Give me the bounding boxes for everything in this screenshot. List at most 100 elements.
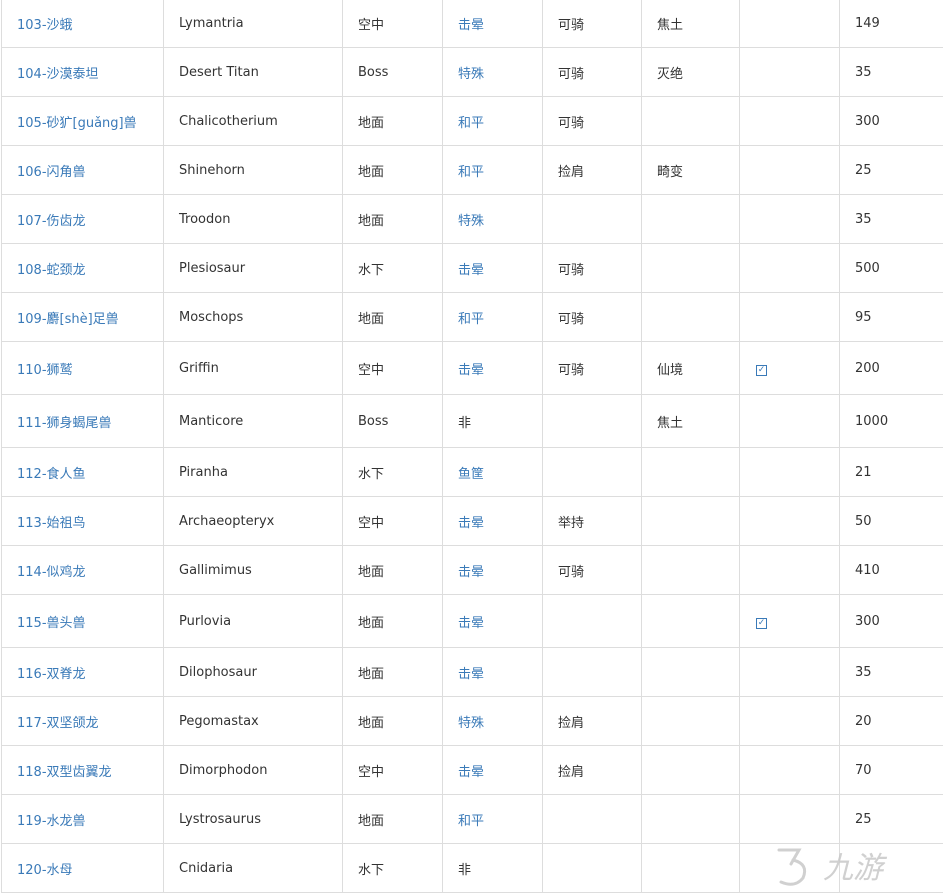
creature-name-link[interactable]: 106-闪角兽 xyxy=(17,165,86,180)
map-zone-cell: 畸变 xyxy=(641,145,740,195)
value-cell: 95 xyxy=(839,292,943,342)
tame-method-cell: 和平 xyxy=(442,292,543,342)
creature-name-link-cell: 109-麝[shè]足兽 xyxy=(1,292,164,342)
habitat-cell: 空中 xyxy=(342,341,443,395)
creature-name-link-cell: 108-蛇颈龙 xyxy=(1,243,164,293)
tame-method[interactable]: 击晕 xyxy=(458,565,484,580)
english-name: Dimorphodon xyxy=(179,762,268,778)
tame-method[interactable]: 击晕 xyxy=(458,667,484,682)
creature-name-link[interactable]: 115-兽头兽 xyxy=(17,616,86,631)
tame-method[interactable]: 击晕 xyxy=(458,516,484,531)
usage-cell: 捡肩 xyxy=(542,696,642,746)
usage: 可骑 xyxy=(558,262,585,278)
creature-name-link[interactable]: 103-沙蛾 xyxy=(17,18,73,33)
table-row: 110-狮鹫 Griffin 空中 击晕 可骑 仙境 ✓ 200 xyxy=(1,341,943,395)
creature-name-link[interactable]: 116-双脊龙 xyxy=(17,667,86,682)
tame-method[interactable]: 特殊 xyxy=(458,214,484,229)
english-name-cell: Pegomastax xyxy=(163,696,343,746)
tame-method[interactable]: 特殊 xyxy=(458,716,484,731)
value-cell: 25 xyxy=(839,145,943,195)
habitat: 地面 xyxy=(358,213,385,229)
tame-method[interactable]: 鱼筐 xyxy=(458,467,484,482)
habitat: Boss xyxy=(358,64,389,80)
tame-method[interactable]: 和平 xyxy=(458,814,484,829)
creature-name-link[interactable]: 107-伤齿龙 xyxy=(17,214,86,229)
tame-method[interactable]: 和平 xyxy=(458,165,484,180)
creature-name-link[interactable]: 110-狮鹫 xyxy=(17,363,73,378)
check-cell-cell xyxy=(739,447,840,497)
value: 25 xyxy=(855,811,872,827)
tame-method[interactable]: 击晕 xyxy=(458,616,484,631)
map-zone-cell xyxy=(641,696,740,746)
creature-name-link[interactable]: 117-双坚颌龙 xyxy=(17,716,99,731)
map-zone-cell xyxy=(641,194,740,244)
usage-cell xyxy=(542,447,642,497)
english-name-cell: Chalicotherium xyxy=(163,96,343,146)
map-zone-cell: 灭绝 xyxy=(641,47,740,97)
usage: 可骑 xyxy=(558,362,585,378)
creature-name-link[interactable]: 114-似鸡龙 xyxy=(17,565,86,580)
check-cell-cell xyxy=(739,243,840,293)
checkbox-icon: ✓ xyxy=(756,617,767,629)
habitat-cell: 空中 xyxy=(342,745,443,795)
tame-method-cell: 击晕 xyxy=(442,496,543,546)
creature-name-link-cell: 119-水龙兽 xyxy=(1,794,164,844)
tame-method-cell: 非 xyxy=(442,394,543,448)
usage-cell: 可骑 xyxy=(542,292,642,342)
habitat-cell: 水下 xyxy=(342,243,443,293)
usage: 捡肩 xyxy=(558,164,585,180)
habitat: 水下 xyxy=(358,862,385,878)
value-cell: 1000 xyxy=(839,394,943,448)
value-cell: 35 xyxy=(839,47,943,97)
habitat: 空中 xyxy=(358,17,385,33)
check-cell-cell xyxy=(739,145,840,195)
english-name-cell: Lymantria xyxy=(163,0,343,48)
english-name-cell: Gallimimus xyxy=(163,545,343,595)
value-cell: 21 xyxy=(839,447,943,497)
creature-name-link[interactable]: 112-食人鱼 xyxy=(17,467,86,482)
habitat: 水下 xyxy=(358,262,385,278)
tame-method[interactable]: 和平 xyxy=(458,116,484,131)
creature-name-link[interactable]: 108-蛇颈龙 xyxy=(17,263,86,278)
usage-cell xyxy=(542,794,642,844)
usage-cell xyxy=(542,843,642,893)
tame-method[interactable]: 击晕 xyxy=(458,18,484,33)
habitat-cell: 地面 xyxy=(342,594,443,648)
english-name-cell: Dimorphodon xyxy=(163,745,343,795)
tame-method[interactable]: 击晕 xyxy=(458,363,484,378)
creature-name-link[interactable]: 119-水龙兽 xyxy=(17,814,86,829)
creature-name-link-cell: 113-始祖鸟 xyxy=(1,496,164,546)
value-cell: 25 xyxy=(839,794,943,844)
check-cell-cell: ✓ xyxy=(739,341,840,395)
creature-name-link[interactable]: 111-狮身蝎尾兽 xyxy=(17,416,112,431)
tame-method-cell: 非 xyxy=(442,843,543,893)
english-name-cell: Lystrosaurus xyxy=(163,794,343,844)
tame-method[interactable]: 特殊 xyxy=(458,67,484,82)
check-cell-cell: ✓ xyxy=(739,594,840,648)
map-zone-cell xyxy=(641,292,740,342)
creature-name-link-cell: 103-沙蛾 xyxy=(1,0,164,48)
map-zone-cell xyxy=(641,447,740,497)
habitat: 地面 xyxy=(358,813,385,829)
creature-name-link-cell: 117-双坚颌龙 xyxy=(1,696,164,746)
creature-name-link[interactable]: 104-沙漠泰坦 xyxy=(17,67,99,82)
habitat: 地面 xyxy=(358,115,385,131)
english-name: Gallimimus xyxy=(179,562,252,578)
creature-name-link[interactable]: 109-麝[shè]足兽 xyxy=(17,312,119,327)
tame-method[interactable]: 击晕 xyxy=(458,263,484,278)
usage: 可骑 xyxy=(558,66,585,82)
tame-method-cell: 和平 xyxy=(442,96,543,146)
creature-name-link[interactable]: 113-始祖鸟 xyxy=(17,516,86,531)
table-row: 113-始祖鸟 Archaeopteryx 空中 击晕 举持 50 xyxy=(1,496,943,546)
creature-name-link[interactable]: 120-水母 xyxy=(17,863,73,878)
tame-method-cell: 击晕 xyxy=(442,243,543,293)
tame-method[interactable]: 击晕 xyxy=(458,765,484,780)
usage-cell xyxy=(542,394,642,448)
creature-name-link[interactable]: 105-砂犷[guǎng]兽 xyxy=(17,116,137,131)
check-cell-cell xyxy=(739,96,840,146)
tame-method-cell: 击晕 xyxy=(442,545,543,595)
creature-name-link[interactable]: 118-双型齿翼龙 xyxy=(17,765,112,780)
tame-method[interactable]: 和平 xyxy=(458,312,484,327)
usage-cell: 捡肩 xyxy=(542,145,642,195)
value: 300 xyxy=(855,113,880,129)
